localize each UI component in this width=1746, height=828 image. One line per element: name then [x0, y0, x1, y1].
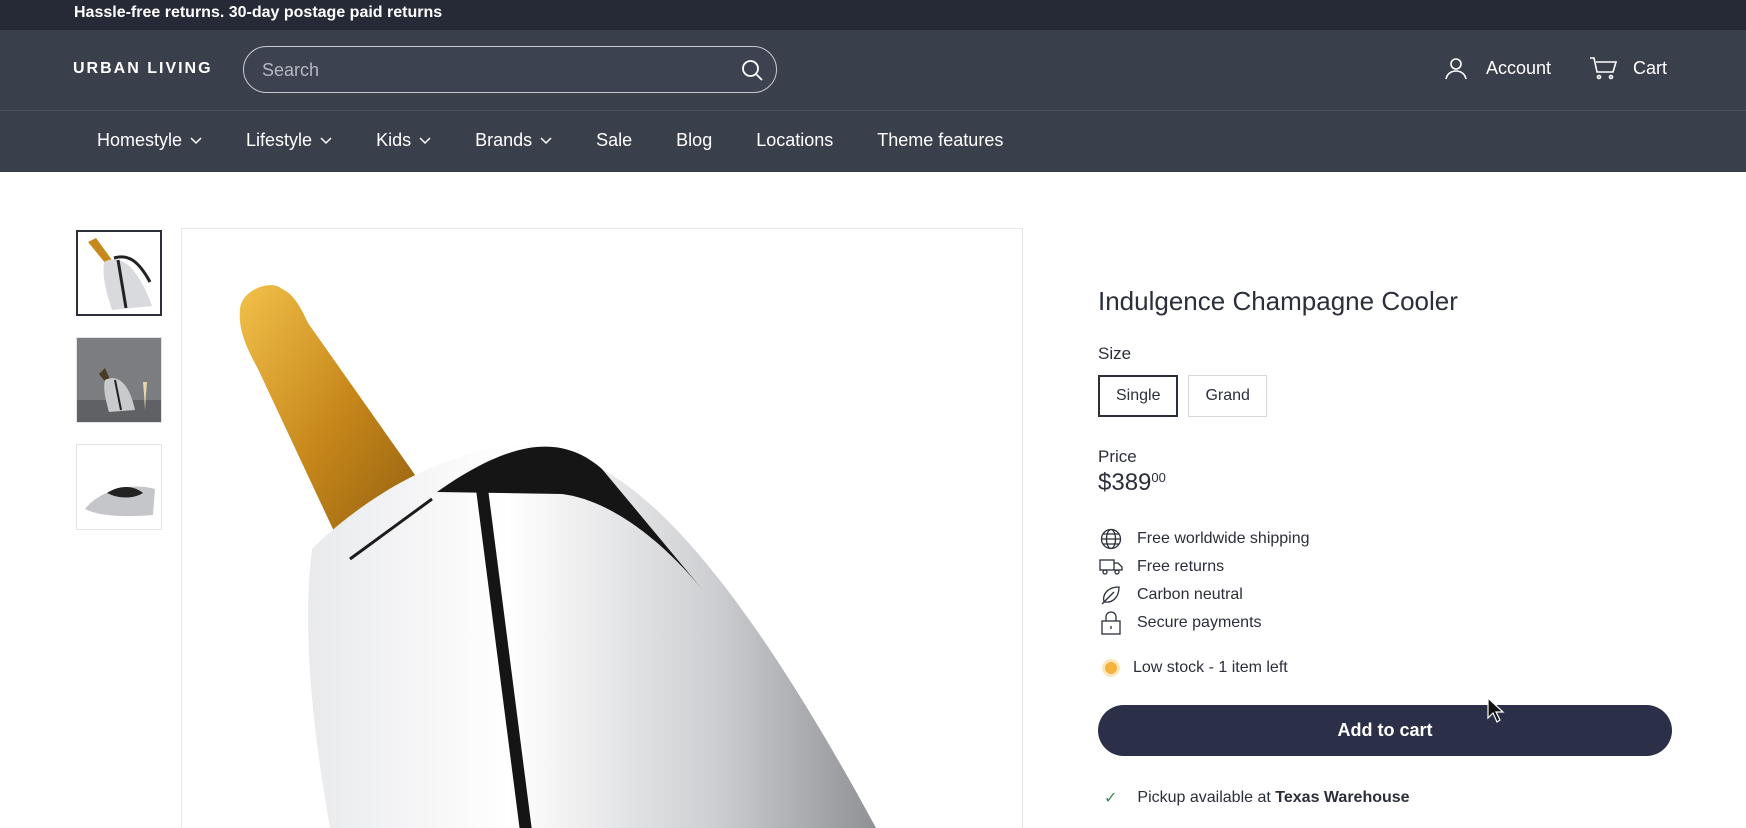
pickup-location: Texas Warehouse [1275, 789, 1410, 806]
check-icon: ✓ [1104, 790, 1118, 807]
main-nav: Homestyle Lifestyle Kids Brands Sale Blo… [0, 110, 1746, 172]
lifestyle-thumbnail-image [77, 338, 161, 422]
nav-item-homestyle[interactable]: Homestyle [97, 130, 202, 151]
lock-icon [1101, 611, 1121, 635]
stock-status: Low stock - 1 item left [1098, 659, 1672, 677]
search-bar[interactable] [243, 46, 777, 93]
add-to-cart-button[interactable]: Add to cart [1098, 705, 1672, 756]
nav-item-theme-features[interactable]: Theme features [877, 130, 1003, 151]
feature-label: Secure payments [1137, 614, 1262, 631]
user-icon [1445, 58, 1467, 80]
size-label: Size [1098, 344, 1132, 363]
product-main-image[interactable] [181, 228, 1023, 828]
price-label: Price [1098, 447, 1137, 466]
product-title: Indulgence Champagne Cooler [1098, 286, 1458, 316]
nav-item-label: Blog [676, 130, 713, 150]
globe-icon [1100, 528, 1122, 550]
nav-item-brands[interactable]: Brands [475, 130, 552, 151]
nav-item-label: Brands [475, 130, 533, 150]
search-input[interactable] [262, 56, 722, 84]
feature-item: Free returns [1098, 553, 1672, 581]
nav-item-label: Lifestyle [246, 130, 313, 150]
stock-text: Low stock - 1 item left [1133, 659, 1288, 676]
cart-label: Cart [1633, 57, 1668, 78]
nav-item-label: Theme features [877, 130, 1004, 150]
nav-item-lifestyle[interactable]: Lifestyle [246, 130, 332, 151]
cart-icon [1590, 57, 1617, 80]
chevron-down-icon [540, 136, 552, 144]
price-cents: 00 [1151, 470, 1166, 485]
truck-icon [1099, 559, 1123, 575]
nav-item-label: Sale [596, 130, 633, 150]
feature-label: Free returns [1137, 558, 1225, 575]
account-label: Account [1486, 57, 1552, 78]
product-thumbnails [76, 230, 162, 551]
feature-label: Free worldwide shipping [1137, 530, 1310, 547]
chevron-down-icon [190, 136, 202, 144]
product-thumbnail[interactable] [76, 444, 162, 530]
announcement-text: Hassle-free returns. 30-day postage paid… [74, 4, 443, 21]
feature-item: Carbon neutral [1098, 581, 1672, 609]
feature-label: Carbon neutral [1137, 586, 1243, 603]
feature-item: Free worldwide shipping [1098, 525, 1672, 553]
product-thumbnail[interactable] [76, 230, 162, 316]
feature-item: Secure payments [1098, 609, 1672, 637]
product-thumbnail[interactable] [76, 337, 162, 423]
size-option-grand[interactable]: Grand [1188, 375, 1267, 417]
pickup-availability: ✓ Pickup available at Texas Warehouse [1098, 788, 1672, 808]
price-main: $389 [1098, 469, 1152, 496]
nav-item-locations[interactable]: Locations [756, 130, 833, 151]
chevron-down-icon [320, 136, 332, 144]
mouse-cursor-icon [1487, 696, 1505, 723]
nav-item-blog[interactable]: Blog [676, 130, 712, 151]
cooler-side-thumbnail-image [77, 445, 161, 529]
size-option-single[interactable]: Single [1098, 375, 1179, 417]
chevron-down-icon [419, 136, 431, 144]
cart-link[interactable]: Cart [1589, 56, 1667, 80]
stock-indicator-dot [1105, 662, 1117, 674]
nav-item-kids[interactable]: Kids [376, 130, 431, 151]
nav-item-label: Homestyle [97, 130, 183, 150]
nav-item-label: Locations [756, 130, 834, 150]
nav-item-label: Kids [376, 130, 412, 150]
size-options: Single Grand [1098, 375, 1672, 417]
search-icon[interactable] [740, 58, 764, 82]
leaf-icon [1101, 586, 1120, 605]
product-price: $38900 [1098, 469, 1672, 497]
site-logo[interactable]: URBAN LIVING [73, 60, 213, 78]
nav-item-sale[interactable]: Sale [596, 130, 632, 151]
account-link[interactable]: Account [1444, 56, 1551, 80]
site-header: URBAN LIVING Account Cart [0, 30, 1746, 110]
announcement-bar: Hassle-free returns. 30-day postage paid… [0, 0, 1746, 30]
pickup-prefix: Pickup available at [1137, 789, 1271, 806]
product-info: Indulgence Champagne Cooler Size Single … [1098, 286, 1672, 808]
champagne-cooler-image [182, 229, 1022, 828]
champagne-cooler-thumbnail-image [78, 232, 160, 314]
product-features: Free worldwide shipping Free returns Car… [1098, 525, 1672, 637]
